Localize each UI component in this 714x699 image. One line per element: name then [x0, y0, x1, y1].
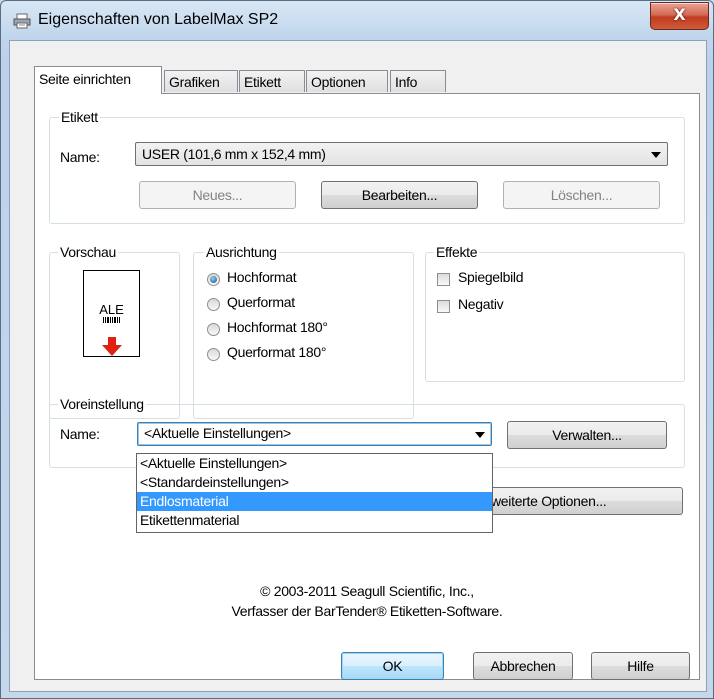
radio-hochformat[interactable] — [207, 273, 220, 286]
tab-label: Seite einrichten — [39, 71, 131, 87]
tab-etikett[interactable]: Etikett — [239, 70, 305, 92]
close-icon: X — [673, 5, 686, 24]
dropdown-item-endlosmaterial[interactable]: Endlosmaterial — [137, 492, 492, 511]
etikett-name-select[interactable]: USER (101,6 mm x 152,4 mm) — [135, 142, 668, 166]
arrow-down-icon — [102, 337, 122, 356]
edit-label-button[interactable]: Bearbeiten... — [321, 181, 478, 209]
dropdown-item-aktuelle[interactable]: <Aktuelle Einstellungen> — [137, 454, 492, 473]
manage-presets-button[interactable]: Verwalten... — [507, 421, 667, 449]
label-preview: ALE — [83, 270, 140, 357]
dialog-window: Eigenschaften von LabelMax SP2 X Seite e… — [0, 0, 714, 699]
radio-hochformat-label[interactable]: Hochformat — [227, 269, 297, 285]
radio-hochformat-180-label[interactable]: Hochformat 180° — [227, 319, 328, 335]
cancel-button[interactable]: Abbrechen — [473, 652, 573, 680]
ausrichtung-group-label: Ausrichtung — [204, 244, 279, 260]
tab-label: Etikett — [244, 74, 281, 90]
effekte-group-label: Effekte — [434, 244, 480, 260]
checkbox-negativ[interactable] — [437, 300, 450, 313]
voreinstellung-name-select[interactable]: <Aktuelle Einstellungen> — [137, 422, 492, 446]
new-label-button[interactable]: Neues... — [139, 181, 296, 209]
publisher-line: Verfasser der BarTender® Etiketten-Softw… — [231, 603, 503, 619]
voreinstellung-name-value: <Aktuelle Einstellungen> — [144, 425, 291, 441]
dropdown-item-standard[interactable]: <Standardeinstellungen> — [137, 473, 492, 492]
title-bar[interactable]: Eigenschaften von LabelMax SP2 X — [1, 1, 713, 41]
dropdown-item-etikettenmaterial[interactable]: Etikettenmaterial — [137, 511, 492, 530]
etikett-name-label: Name: — [60, 149, 100, 165]
dialog-client-area: Seite einrichten Grafiken Etikett Option… — [9, 40, 707, 692]
radio-hochformat-180[interactable] — [207, 323, 220, 336]
window-title: Eigenschaften von LabelMax SP2 — [38, 11, 279, 28]
voreinstellung-group-label: Voreinstellung — [58, 396, 146, 412]
tab-info[interactable]: Info — [390, 70, 446, 92]
tab-seite-einrichten[interactable]: Seite einrichten — [34, 66, 162, 94]
tab-panel: Etikett Name: USER (101,6 mm x 152,4 mm)… — [34, 93, 700, 680]
close-button[interactable]: X — [650, 2, 709, 30]
tab-label: Grafiken — [169, 74, 220, 90]
checkbox-spiegelbild[interactable] — [437, 273, 450, 286]
advanced-options-label: weiterte Optionen... — [491, 493, 607, 509]
barcode-icon — [103, 317, 120, 323]
radio-querformat-180[interactable] — [207, 348, 220, 361]
chevron-down-icon — [475, 432, 485, 438]
tab-optionen[interactable]: Optionen — [306, 70, 388, 92]
chevron-down-icon — [651, 152, 661, 158]
checkbox-negativ-label[interactable]: Negativ — [458, 296, 504, 312]
tab-grafiken[interactable]: Grafiken — [164, 70, 238, 92]
radio-querformat-180-label[interactable]: Querformat 180° — [227, 344, 326, 360]
copyright-line: © 2003-2011 Seagull Scientific, Inc., — [260, 583, 474, 599]
vorschau-group-label: Vorschau — [58, 244, 118, 260]
voreinstellung-dropdown-list: <Aktuelle Einstellungen> <Standardeinste… — [136, 453, 493, 533]
tab-label: Info — [395, 74, 418, 90]
tab-label: Optionen — [311, 74, 366, 90]
ok-button[interactable]: OK — [341, 652, 444, 680]
delete-label-button[interactable]: Löschen... — [503, 181, 660, 209]
checkbox-spiegelbild-label[interactable]: Spiegelbild — [458, 269, 524, 285]
radio-querformat-label[interactable]: Querformat — [227, 294, 295, 310]
etikett-name-value: USER (101,6 mm x 152,4 mm) — [142, 146, 326, 162]
help-button[interactable]: Hilfe — [591, 652, 690, 680]
printer-icon — [13, 13, 31, 29]
preview-text: ALE — [99, 302, 124, 317]
etikett-group-label: Etikett — [59, 109, 100, 125]
voreinstellung-name-label: Name: — [60, 426, 100, 442]
radio-querformat[interactable] — [207, 298, 220, 311]
